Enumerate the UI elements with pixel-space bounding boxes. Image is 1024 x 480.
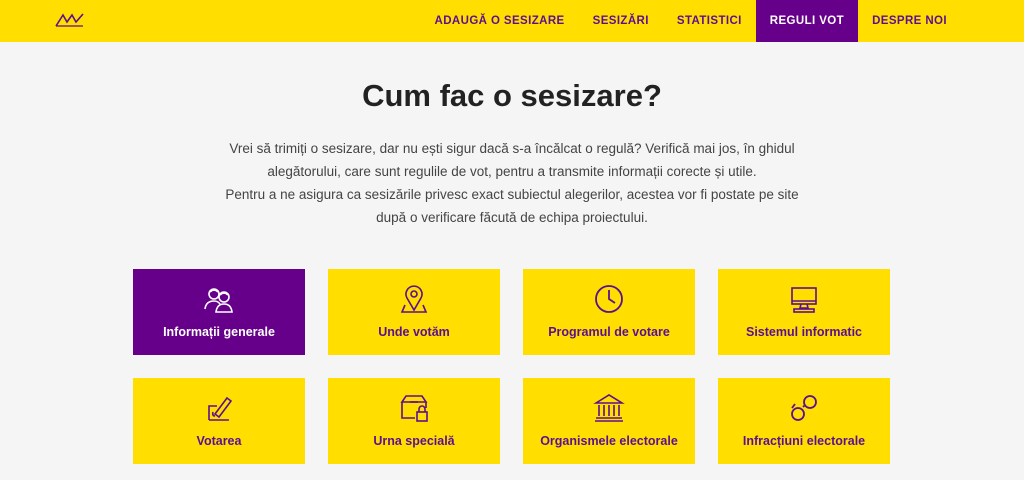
clock-icon [592, 283, 626, 315]
intro-line: după o verificare făcută de echipa proie… [376, 210, 648, 225]
card-label: Votarea [196, 434, 242, 448]
card-electoral-bodies[interactable]: Organismele electorale [523, 378, 695, 464]
nav-statistics[interactable]: STATISTICI [663, 0, 756, 42]
card-label: Urna specială [373, 434, 455, 448]
card-label: Informații generale [163, 325, 275, 339]
handcuffs-icon [787, 392, 821, 424]
card-label: Programul de votare [548, 325, 670, 339]
card-electoral-offenses[interactable]: Infracțiuni electorale [718, 378, 890, 464]
intro-line: alegătorului, care sunt regulile de vot,… [267, 164, 757, 179]
nav-voting-rules[interactable]: REGULI VOT [755, 0, 859, 42]
card-voting-schedule[interactable]: Programul de votare [523, 269, 695, 355]
card-it-system[interactable]: Sistemul informatic [718, 269, 890, 355]
ballot-stamp-icon [202, 392, 236, 424]
card-label: Sistemul informatic [746, 325, 862, 339]
intro-line: Vrei să trimiți o sesizare, dar nu ești … [229, 141, 795, 156]
main-nav: ADAUGĂ O SESIZARE SESIZĂRI STATISTICI RE… [421, 0, 962, 42]
card-general-info[interactable]: Informații generale [133, 269, 305, 355]
ballot-box-lock-icon [397, 392, 431, 424]
nav-reports[interactable]: SESIZĂRI [579, 0, 663, 42]
people-icon [202, 283, 236, 315]
institution-icon [592, 392, 626, 424]
page-title: Cum fac o sesizare? [362, 78, 662, 113]
intro-line: Pentru a ne asigura ca sesizările prives… [225, 187, 799, 202]
card-label: Infracțiuni electorale [742, 434, 866, 448]
card-label: Organismele electorale [540, 434, 678, 448]
mv-logo-icon[interactable] [55, 12, 85, 28]
nav-add-report[interactable]: ADAUGĂ O SESIZARE [421, 0, 579, 42]
card-special-ballot-box[interactable]: Urna specială [328, 378, 500, 464]
map-pin-icon [397, 283, 431, 315]
card-where-we-vote[interactable]: Unde votăm [328, 269, 500, 355]
rules-grid: Informații generale Unde votăm Programul… [133, 269, 890, 464]
card-voting[interactable]: Votarea [133, 378, 305, 464]
nav-about[interactable]: DESPRE NOI [858, 0, 961, 42]
intro-text: Vrei să trimiți o sesizare, dar nu ești … [200, 137, 824, 229]
card-label: Unde votăm [378, 325, 450, 339]
top-navbar: ADAUGĂ O SESIZARE SESIZĂRI STATISTICI RE… [0, 0, 1024, 42]
computer-icon [787, 283, 821, 315]
